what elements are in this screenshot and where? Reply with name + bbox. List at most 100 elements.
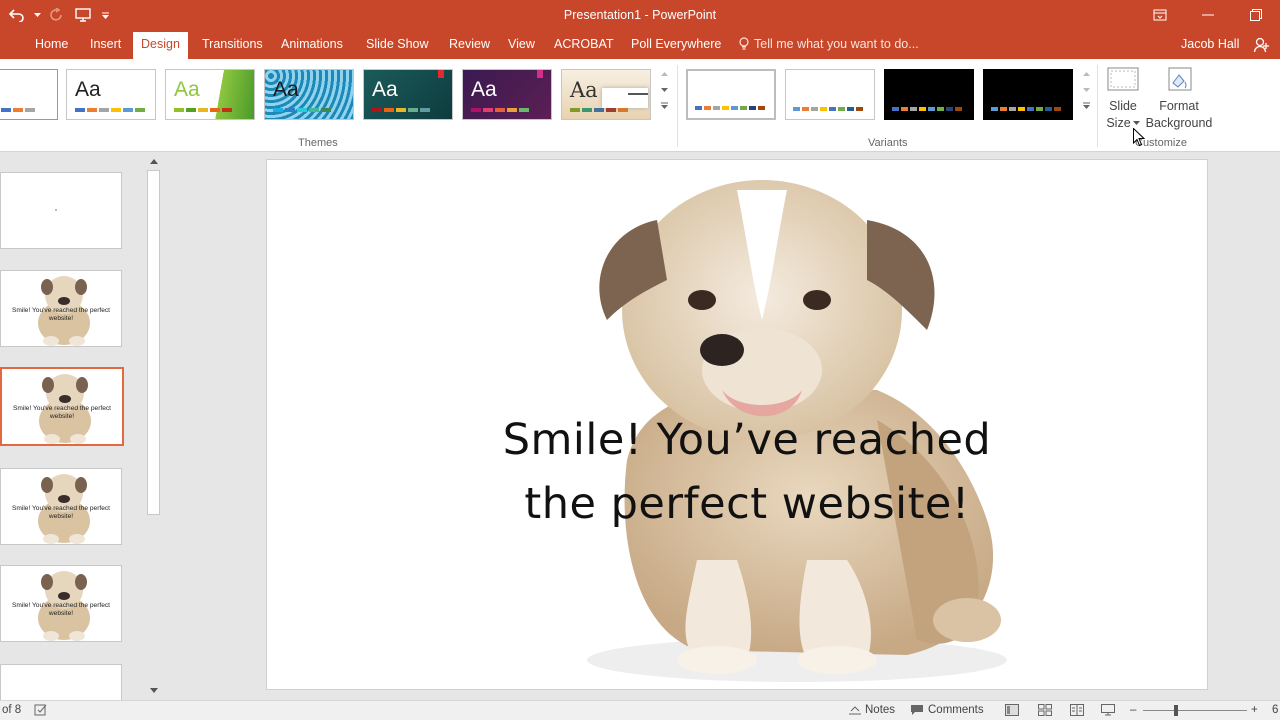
restore-icon (1250, 9, 1262, 21)
slide-thumbnail-pane: Smile! You've reached the perfect websit… (0, 152, 164, 704)
slideshow-view-button[interactable] (1101, 704, 1115, 716)
spelling-check-button[interactable] (34, 704, 48, 716)
variants-gallery-scroll (1079, 67, 1093, 115)
variant-2[interactable] (785, 69, 875, 120)
slide-sorter-icon (1038, 704, 1052, 716)
theme-preview-text: Aa (273, 78, 299, 101)
tab-slide-show[interactable]: Slide Show (366, 37, 429, 51)
slide-size-button[interactable]: Slide Size (1104, 65, 1142, 132)
zoom-slider[interactable] (1143, 710, 1247, 711)
chevron-down-icon (1132, 121, 1140, 126)
slide-sorter-button[interactable] (1038, 704, 1052, 716)
notes-button[interactable]: Notes (849, 704, 895, 716)
gallery-down-button[interactable] (660, 83, 668, 99)
comments-button[interactable]: Comments (910, 704, 984, 716)
chevron-up-icon (149, 159, 158, 164)
tab-animations[interactable]: Animations (281, 37, 343, 51)
gallery-more-button[interactable] (1082, 99, 1090, 115)
scroll-down-button[interactable] (145, 685, 162, 695)
slide-title-line-1: Smile! You’ve reached (502, 415, 992, 465)
theme-organic[interactable]: Aa (561, 69, 651, 120)
slide-size-label-1: Slide (1109, 99, 1137, 113)
share-button[interactable] (1253, 37, 1270, 56)
tab-insert[interactable]: Insert (90, 37, 121, 51)
theme-office[interactable]: Aa (66, 69, 156, 120)
variant-3[interactable] (884, 69, 974, 120)
theme-preview-text: Aa (570, 78, 598, 102)
format-background-label-2: Background (1145, 116, 1213, 130)
scroll-up-button[interactable] (145, 156, 162, 166)
minimize-button[interactable] (1184, 0, 1232, 30)
theme-preview-text: Aa (372, 78, 398, 101)
tell-me-search[interactable]: Tell me what you want to do... (738, 37, 919, 51)
restore-button[interactable] (1232, 0, 1280, 30)
thumbnail-text: Smile! You've reached the perfect websit… (11, 307, 111, 322)
format-background-button[interactable]: Format Background (1144, 65, 1214, 132)
theme-preview-text: Aa (174, 78, 200, 101)
slide-counter: of 8 (2, 704, 22, 716)
chevron-down-icon (149, 688, 158, 693)
thumbnail-text: Smile! You've reached the perfect websit… (11, 602, 111, 617)
zoom-slider-handle[interactable] (1174, 705, 1178, 716)
gallery-up-button[interactable] (1082, 67, 1090, 83)
variant-4[interactable] (983, 69, 1073, 120)
chevron-down-icon (660, 88, 668, 92)
status-bar: of 8 Notes Comments – + 6 (0, 700, 1280, 720)
thumbnail-scrollbar[interactable] (145, 152, 162, 700)
user-name[interactable]: Jacob Hall (1181, 37, 1239, 51)
gallery-down-button[interactable] (1082, 83, 1090, 99)
thumbnail-placeholder-dot (55, 209, 57, 211)
slide-canvas[interactable]: Smile! You’ve reached the perfect websit… (267, 160, 1207, 689)
zoom-level[interactable]: 6 (1272, 704, 1278, 716)
tab-home[interactable]: Home (35, 37, 68, 51)
slide-title-text[interactable]: Smile! You’ve reached the perfect websit… (387, 408, 1107, 536)
format-background-icon (1168, 67, 1192, 91)
slide-thumbnail-5[interactable]: Smile! You've reached the perfect websit… (0, 565, 122, 642)
theme-ion[interactable]: Aa (363, 69, 453, 120)
group-divider (1097, 65, 1098, 147)
minimize-icon (1202, 14, 1214, 16)
gallery-more-button[interactable] (660, 99, 668, 115)
tab-transitions[interactable]: Transitions (202, 37, 263, 51)
tab-poll-everywhere[interactable]: Poll Everywhere (631, 37, 721, 51)
ribbon-display-options-button[interactable] (1136, 0, 1184, 30)
variant-1[interactable] (686, 69, 776, 120)
tab-review[interactable]: Review (449, 37, 490, 51)
ribbon-design: Aa Aa Aa Aa Aa Aa Themes Variants Slide … (0, 59, 1280, 152)
variants-group-label: Variants (868, 137, 908, 149)
format-background-label-1: Format (1159, 99, 1199, 113)
tab-acrobat[interactable]: ACROBAT (554, 37, 614, 51)
slide-thumbnail-1[interactable] (0, 172, 122, 249)
notes-label: Notes (865, 704, 896, 716)
theme-office-partial[interactable] (0, 69, 58, 120)
ribbon-options-icon (1153, 9, 1167, 21)
tab-design[interactable]: Design (133, 32, 188, 59)
proofing-icon (34, 704, 47, 716)
theme-integral[interactable]: Aa (264, 69, 354, 120)
title-bar: Presentation1 - PowerPoint (0, 0, 1280, 32)
group-divider (677, 65, 678, 147)
theme-preview-text: Aa (75, 78, 101, 101)
normal-view-button[interactable] (1005, 704, 1019, 716)
zoom-in-button[interactable]: + (1251, 704, 1258, 716)
theme-facet[interactable]: Aa (165, 69, 255, 120)
zoom-out-button[interactable]: – (1130, 704, 1136, 716)
slide-thumbnail-6-partial[interactable] (0, 664, 122, 704)
slide-thumbnail-3[interactable]: Smile! You've reached the perfect websit… (0, 367, 124, 446)
reading-view-button[interactable] (1070, 704, 1084, 716)
gallery-up-button[interactable] (660, 67, 668, 83)
comments-label: Comments (928, 704, 984, 716)
slide-title-line-2: the perfect website! (524, 479, 970, 529)
tab-view[interactable]: View (508, 37, 535, 51)
chevron-up-icon (660, 72, 668, 76)
notes-icon (849, 706, 861, 715)
slide-thumbnail-2[interactable]: Smile! You've reached the perfect websit… (0, 270, 122, 347)
chevron-up-icon (1082, 72, 1090, 76)
slide-thumbnail-4[interactable]: Smile! You've reached the perfect websit… (0, 468, 122, 545)
more-icon (1082, 102, 1090, 109)
scrollbar-thumb[interactable] (147, 170, 160, 515)
theme-ion-boardroom[interactable]: Aa (462, 69, 552, 120)
thumbnail-text: Smile! You've reached the perfect websit… (11, 505, 111, 520)
themes-group-label: Themes (298, 137, 338, 149)
theme-preview-text: Aa (471, 78, 497, 101)
